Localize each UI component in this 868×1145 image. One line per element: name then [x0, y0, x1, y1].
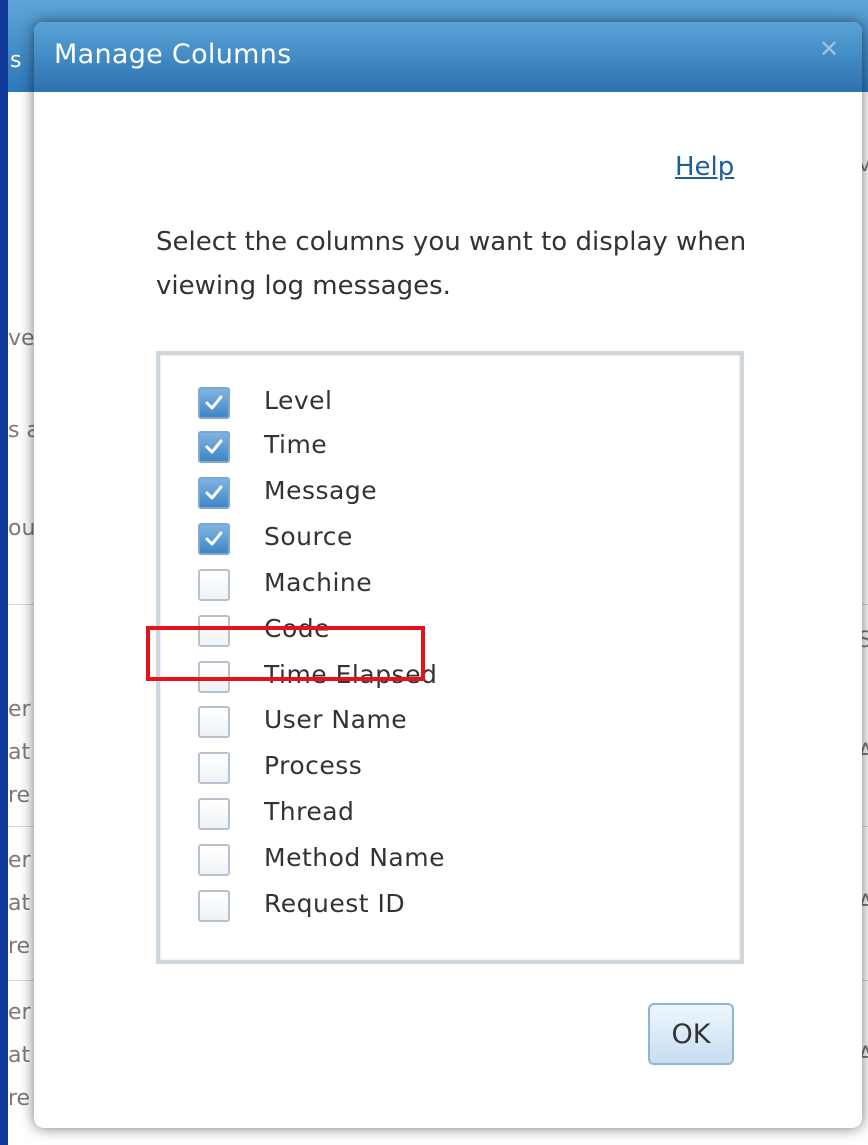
column-option-label: Code: [264, 614, 331, 643]
column-option-time[interactable]: Time: [198, 427, 698, 467]
column-option-request-id[interactable]: Request ID: [198, 886, 698, 926]
column-option-label: Time: [264, 430, 328, 459]
checkbox[interactable]: [198, 431, 230, 463]
checkbox[interactable]: [198, 615, 230, 647]
background-text: at: [8, 891, 31, 916]
checkbox[interactable]: [198, 661, 230, 693]
column-option-message[interactable]: Message: [198, 473, 698, 513]
checkmark-icon: [205, 531, 223, 546]
background-text: at: [8, 740, 31, 765]
background-text: ve: [8, 326, 35, 351]
column-option-process[interactable]: Process: [198, 748, 698, 788]
checkbox[interactable]: [198, 798, 230, 830]
help-link[interactable]: Help: [675, 152, 734, 182]
checkmark-icon: [205, 395, 223, 410]
column-option-label: Process: [264, 751, 363, 780]
column-option-label: Machine: [264, 568, 373, 597]
column-option-machine[interactable]: Machine: [198, 565, 698, 605]
column-option-method-name[interactable]: Method Name: [198, 840, 698, 880]
background-text: re: [8, 934, 31, 959]
manage-columns-dialog: Manage Columns ✕ Help Select the columns…: [34, 22, 862, 1128]
background-text: er: [8, 697, 31, 722]
column-option-thread[interactable]: Thread: [198, 794, 698, 834]
column-option-label: Time Elapsed: [264, 660, 438, 689]
column-option-source[interactable]: Source: [198, 519, 698, 559]
background-text: at: [8, 1043, 31, 1068]
column-option-code[interactable]: Code: [198, 611, 698, 651]
column-option-label: Level: [264, 386, 333, 415]
background-text: ou: [8, 516, 36, 541]
dialog-titlebar: Manage Columns ✕: [34, 22, 862, 92]
checkbox[interactable]: [198, 706, 230, 738]
checkbox[interactable]: [198, 844, 230, 876]
background-text: er: [8, 848, 31, 873]
checkbox[interactable]: [198, 569, 230, 601]
column-option-label: User Name: [264, 705, 408, 734]
background-text: er: [8, 1000, 31, 1025]
checkbox[interactable]: [198, 387, 230, 419]
checkmark-icon: [205, 439, 223, 454]
column-option-label: Thread: [264, 797, 355, 826]
checkbox[interactable]: [198, 477, 230, 509]
column-option-label: Method Name: [264, 843, 445, 872]
checkmark-icon: [205, 485, 223, 500]
column-option-level[interactable]: Level: [198, 383, 698, 423]
close-icon[interactable]: ✕: [816, 36, 842, 62]
checkbox[interactable]: [198, 752, 230, 784]
checkbox[interactable]: [198, 890, 230, 922]
background-text: re: [8, 783, 31, 808]
column-option-user-name[interactable]: User Name: [198, 702, 698, 742]
dialog-instructions: Select the columns you want to display w…: [156, 227, 747, 301]
background-header-text: s: [10, 48, 22, 73]
column-option-label: Source: [264, 522, 353, 551]
column-option-label: Message: [264, 476, 378, 505]
dialog-title: Manage Columns: [54, 39, 292, 70]
column-checkbox-list: Level Time Message Source Machine Code Time El…: [156, 351, 744, 964]
ok-button[interactable]: OK: [648, 1003, 734, 1065]
background-text: re: [8, 1086, 31, 1111]
checkbox[interactable]: [198, 523, 230, 555]
column-option-label: Request ID: [264, 889, 406, 918]
column-option-time-elapsed[interactable]: Time Elapsed: [198, 657, 698, 697]
